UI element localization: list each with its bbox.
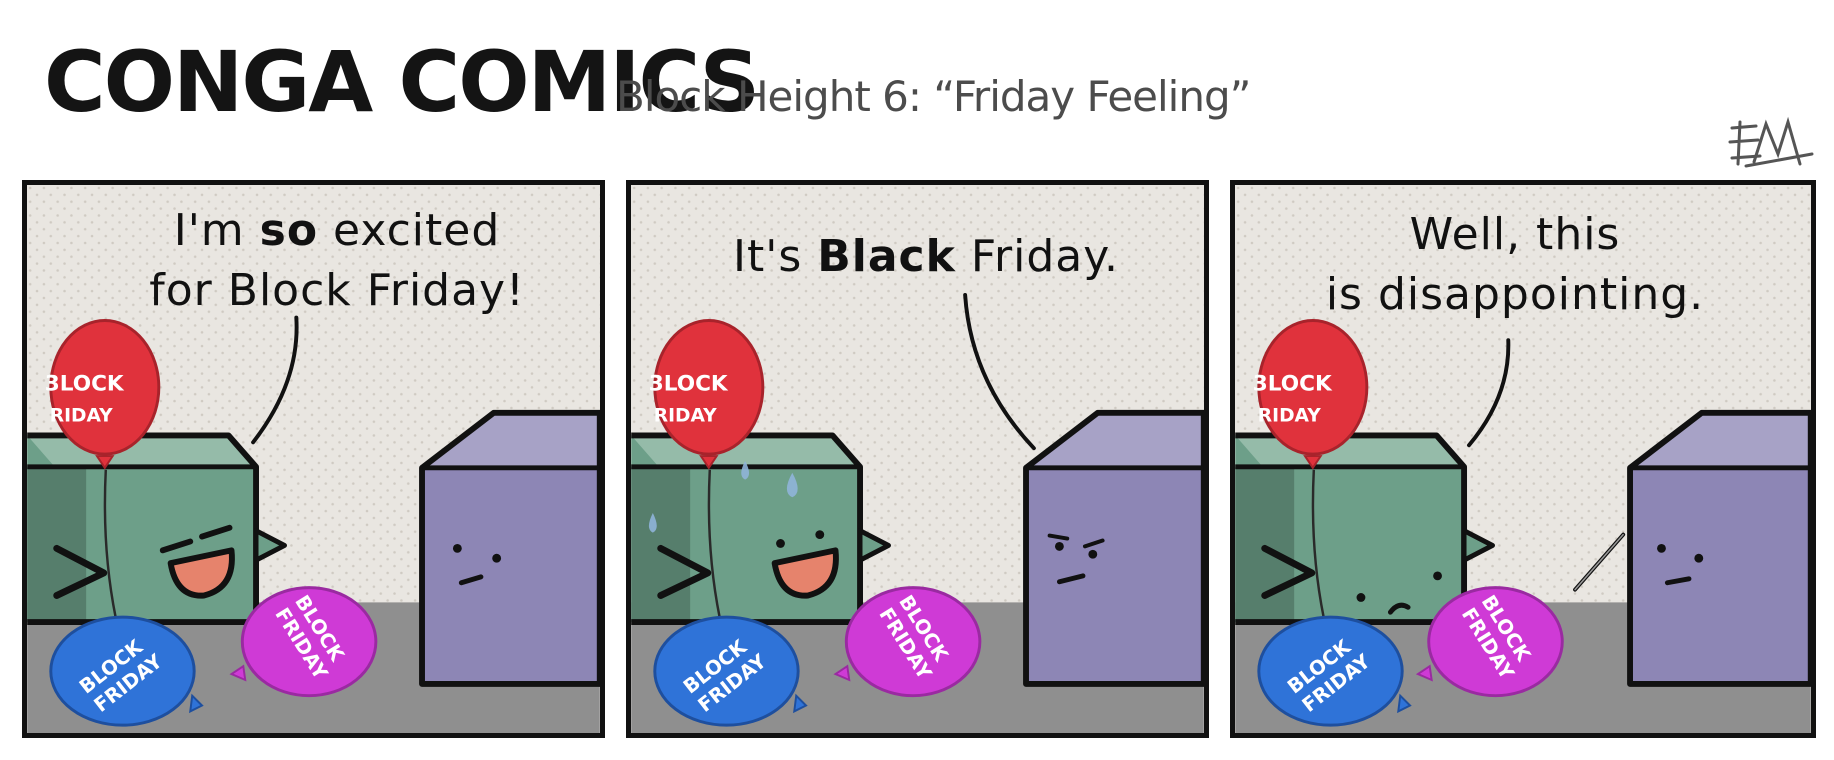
speech-bubble-2: It's Black Friday. <box>691 227 1161 287</box>
speech-bubble-3: Well, this is disappointing. <box>1305 205 1725 325</box>
comic-panel-2: 3LOCK RIDAY BLOCK FRIDAY BLOCK FRIDAY It… <box>626 180 1209 738</box>
artist-signature <box>1728 116 1814 168</box>
speech-3-text-a: Well, this <box>1409 209 1621 260</box>
red-balloon-text-2: RIDAY <box>50 406 113 427</box>
red-balloon-text-2: RIDAY <box>1258 406 1321 427</box>
green-block-happy <box>631 432 891 625</box>
green-block-sad <box>1235 432 1496 625</box>
red-balloon-text-1: 3LOCK <box>45 371 125 396</box>
speech-bubble-1: I'm so excited for Block Friday! <box>117 201 557 321</box>
red-balloon-text-2: RIDAY <box>654 406 717 427</box>
speech-1-text-a: I'm <box>173 205 260 256</box>
speech-2-emphasis: Black <box>817 231 956 282</box>
comic-subtitle: Block Height 6: “Friday Feeling” <box>616 72 1251 121</box>
speech-3-text-b: is disappointing. <box>1325 269 1705 320</box>
red-balloon-text-1: 3LOCK <box>649 371 729 396</box>
speech-1-emphasis: so <box>259 205 319 256</box>
speech-1-text-b: excited <box>318 205 501 256</box>
purple-block-unimpressed <box>1023 409 1204 687</box>
speech-2-text-a: It's <box>733 231 818 282</box>
comic-panel-1: 3LOCK RIDAY BLOCK FRIDAY BLOCK FRIDAY I'… <box>22 180 605 738</box>
red-balloon-text-1: 3LOCK <box>1253 371 1333 396</box>
speech-2-text-b: Friday. <box>955 231 1119 282</box>
green-block-happy <box>27 432 287 625</box>
purple-block <box>419 409 600 687</box>
speech-1-text-c: for Block Friday! <box>149 265 525 316</box>
purple-block <box>1627 409 1811 687</box>
comic-panel-3: 3LOCK RIDAY BLOCK FRIDAY BLOCK FRIDAY We… <box>1230 180 1816 738</box>
